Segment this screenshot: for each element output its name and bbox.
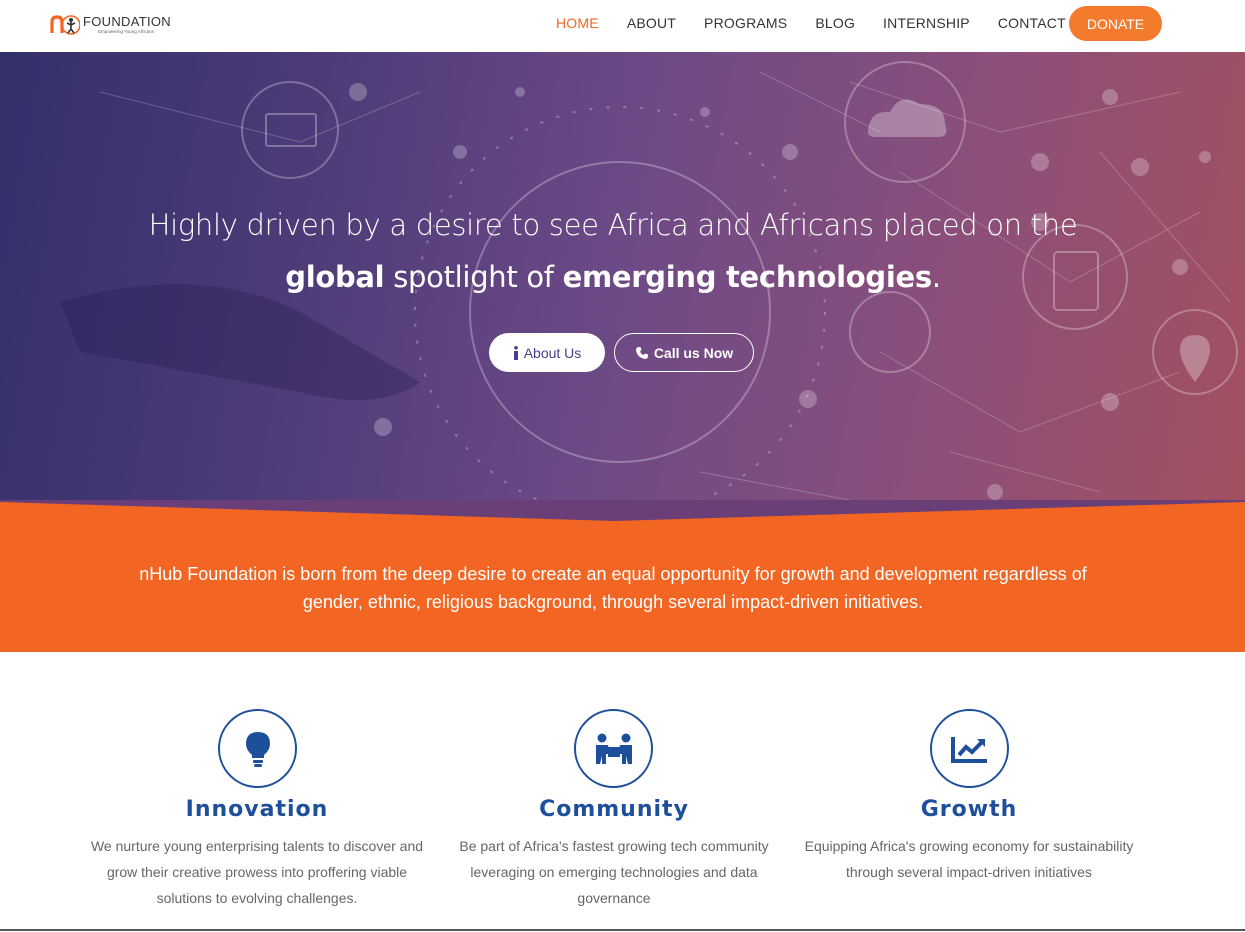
feature-description: We nurture young enterprising talents to…	[90, 838, 424, 906]
logo-wordmark: FOUNDATION	[83, 14, 171, 29]
about-us-label: About Us	[523, 344, 582, 361]
feature-title: Community	[539, 797, 689, 822]
community-icon	[595, 733, 632, 764]
feature-description: Be part of Africa's fastest growing tech…	[459, 838, 769, 906]
nav-about[interactable]: ABOUT	[627, 15, 676, 31]
lightbulb-icon	[245, 731, 270, 767]
hero-headline: Highly driven by a desire to see Africa …	[148, 208, 1078, 242]
phone-icon	[635, 346, 649, 360]
growth-chart-icon	[950, 736, 987, 763]
feature-icon-circle	[218, 709, 297, 788]
nav-contact[interactable]: CONTACT	[998, 15, 1066, 31]
feature-icon-circle	[930, 709, 1009, 788]
top-navbar: FOUNDATION Empowering Young Africans HOM…	[0, 0, 1245, 52]
nav-blog[interactable]: BLOG	[815, 15, 855, 31]
call-us-button[interactable]: Call us Now	[614, 333, 754, 372]
hero-bold-global: global	[285, 260, 385, 294]
feature-title: Innovation	[185, 797, 329, 822]
main-nav: HOME ABOUT PROGRAMS BLOG INTERNSHIP CONT…	[556, 0, 1094, 46]
hero-subheadline: global spotlight of emerging technologie…	[0, 260, 1226, 294]
features-section: Innovation We nurture young enterprising…	[0, 652, 1245, 932]
hero-banner: Highly driven by a desire to see Africa …	[0, 52, 1245, 522]
page-bottom-divider	[0, 929, 1245, 931]
feature-description: Equipping Africa's growing economy for s…	[804, 838, 1134, 880]
logo-tagline: Empowering Young Africans	[98, 29, 155, 34]
hero-mid-text: spotlight of	[384, 260, 563, 294]
mission-statement: nHub Foundation is born from the deep de…	[139, 564, 1087, 612]
nav-internship[interactable]: INTERNSHIP	[883, 15, 970, 31]
band-top-edge	[0, 500, 1245, 521]
nav-programs[interactable]: PROGRAMS	[704, 15, 787, 31]
nav-home[interactable]: HOME	[556, 15, 599, 31]
feature-icon-circle	[574, 709, 653, 788]
site-logo[interactable]: FOUNDATION Empowering Young Africans	[50, 9, 171, 39]
about-us-button[interactable]: About Us	[489, 333, 605, 372]
logo-mark-icon	[50, 15, 80, 35]
hero-bold-emerging: emerging technologies	[562, 260, 932, 294]
info-icon	[513, 345, 519, 360]
feature-title: Growth	[920, 797, 1018, 822]
hero-end-text: .	[931, 260, 941, 294]
call-us-label: Call us Now	[653, 344, 734, 361]
mission-band: nHub Foundation is born from the deep de…	[0, 500, 1245, 652]
donate-button[interactable]: DONATE	[1069, 6, 1162, 41]
